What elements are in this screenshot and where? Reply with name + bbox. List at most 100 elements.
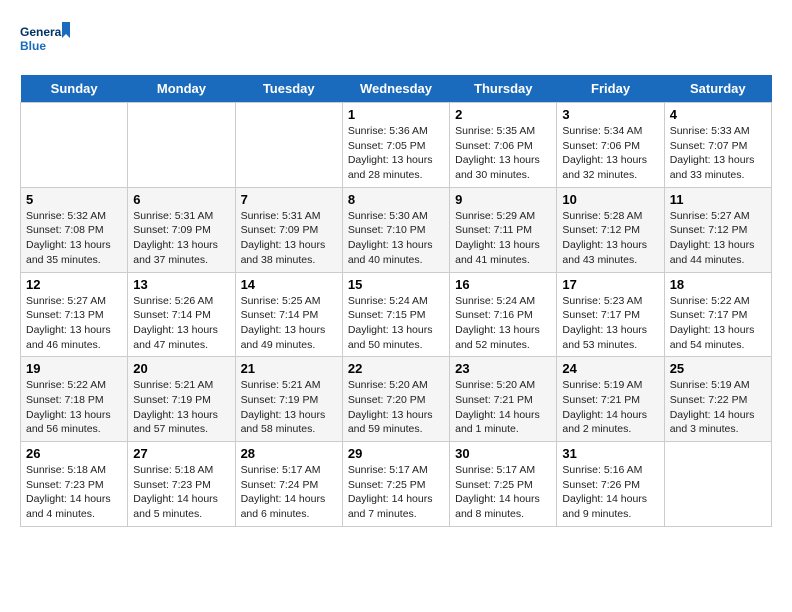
cell-content: Sunrise: 5:33 AMSunset: 7:07 PMDaylight:… [670,124,766,183]
day-number: 5 [26,192,122,207]
calendar-table: SundayMondayTuesdayWednesdayThursdayFrid… [20,75,772,527]
cell-content: Sunrise: 5:36 AMSunset: 7:05 PMDaylight:… [348,124,444,183]
day-number: 18 [670,277,766,292]
calendar-cell: 31 Sunrise: 5:16 AMSunset: 7:26 PMDayligh… [557,442,664,527]
logo: General Blue [20,20,70,65]
day-number: 19 [26,361,122,376]
calendar-cell: 9Sunrise: 5:29 AMSunset: 7:11 PMDaylight… [450,187,557,272]
day-number: 17 [562,277,658,292]
day-number: 7 [241,192,337,207]
cell-content: Sunrise: 5:28 AMSunset: 7:12 PMDaylight:… [562,209,658,268]
weekday-header-friday: Friday [557,75,664,103]
weekday-header-sunday: Sunday [21,75,128,103]
calendar-cell: 28 Sunrise: 5:17 AMSunset: 7:24 PMDayligh… [235,442,342,527]
calendar-cell: 2Sunrise: 5:35 AMSunset: 7:06 PMDaylight… [450,103,557,188]
day-number: 29 [348,446,444,461]
weekday-header-monday: Monday [128,75,235,103]
day-number: 8 [348,192,444,207]
cell-content: Sunrise: 5:32 AMSunset: 7:08 PMDaylight:… [26,209,122,268]
cell-content: Sunrise: 5:24 AMSunset: 7:16 PMDaylight:… [455,294,551,353]
cell-content: Sunrise: 5:20 AMSunset: 7:20 PMDaylight:… [348,378,444,437]
calendar-cell: 16 Sunrise: 5:24 AMSunset: 7:16 PMDayligh… [450,272,557,357]
cell-content: Sunrise: 5:17 AMSunset: 7:25 PMDaylight:… [455,463,551,522]
calendar-cell: 14 Sunrise: 5:25 AMSunset: 7:14 PMDayligh… [235,272,342,357]
calendar-week-row: 5 Sunrise: 5:32 AMSunset: 7:08 PMDaylight… [21,187,772,272]
calendar-cell: 8Sunrise: 5:30 AMSunset: 7:10 PMDaylight… [342,187,449,272]
calendar-cell: 4 Sunrise: 5:33 AMSunset: 7:07 PMDaylight… [664,103,771,188]
cell-content: Sunrise: 5:22 AMSunset: 7:18 PMDaylight:… [26,378,122,437]
calendar-cell: 10 Sunrise: 5:28 AMSunset: 7:12 PMDayligh… [557,187,664,272]
day-number: 10 [562,192,658,207]
day-number: 15 [348,277,444,292]
header: General Blue [20,20,772,65]
calendar-cell: 24 Sunrise: 5:19 AMSunset: 7:21 PMDayligh… [557,357,664,442]
day-number: 2 [455,107,551,122]
cell-content: Sunrise: 5:29 AMSunset: 7:11 PMDaylight:… [455,209,551,268]
day-number: 14 [241,277,337,292]
calendar-cell [21,103,128,188]
day-number: 13 [133,277,229,292]
calendar-cell [235,103,342,188]
calendar-cell: 12Sunrise: 5:27 AMSunset: 7:13 PMDayligh… [21,272,128,357]
cell-content: Sunrise: 5:17 AMSunset: 7:25 PMDaylight:… [348,463,444,522]
cell-content: Sunrise: 5:20 AMSunset: 7:21 PMDaylight:… [455,378,551,437]
weekday-header-thursday: Thursday [450,75,557,103]
calendar-cell: 29 Sunrise: 5:17 AMSunset: 7:25 PMDayligh… [342,442,449,527]
day-number: 24 [562,361,658,376]
svg-text:General: General [20,25,65,39]
cell-content: Sunrise: 5:21 AMSunset: 7:19 PMDaylight:… [241,378,337,437]
day-number: 6 [133,192,229,207]
cell-content: Sunrise: 5:18 AMSunset: 7:23 PMDaylight:… [26,463,122,522]
calendar-cell: 21 Sunrise: 5:21 AMSunset: 7:19 PMDayligh… [235,357,342,442]
calendar-cell: 13 Sunrise: 5:26 AMSunset: 7:14 PMDayligh… [128,272,235,357]
calendar-cell: 26 Sunrise: 5:18 AMSunset: 7:23 PMDayligh… [21,442,128,527]
weekday-header-tuesday: Tuesday [235,75,342,103]
day-number: 21 [241,361,337,376]
calendar-cell: 7 Sunrise: 5:31 AMSunset: 7:09 PMDaylight… [235,187,342,272]
day-number: 12 [26,277,122,292]
cell-content: Sunrise: 5:31 AMSunset: 7:09 PMDaylight:… [133,209,229,268]
calendar-week-row: 19 Sunrise: 5:22 AMSunset: 7:18 PMDayligh… [21,357,772,442]
calendar-week-row: 1 Sunrise: 5:36 AMSunset: 7:05 PMDaylight… [21,103,772,188]
day-number: 4 [670,107,766,122]
day-number: 11 [670,192,766,207]
cell-content: Sunrise: 5:24 AMSunset: 7:15 PMDaylight:… [348,294,444,353]
calendar-week-row: 12Sunrise: 5:27 AMSunset: 7:13 PMDayligh… [21,272,772,357]
cell-content: Sunrise: 5:22 AMSunset: 7:17 PMDaylight:… [670,294,766,353]
calendar-cell: 19 Sunrise: 5:22 AMSunset: 7:18 PMDayligh… [21,357,128,442]
logo-svg: General Blue [20,20,70,65]
calendar-cell: 20 Sunrise: 5:21 AMSunset: 7:19 PMDayligh… [128,357,235,442]
day-number: 16 [455,277,551,292]
day-number: 23 [455,361,551,376]
weekday-header-saturday: Saturday [664,75,771,103]
cell-content: Sunrise: 5:34 AMSunset: 7:06 PMDaylight:… [562,124,658,183]
day-number: 1 [348,107,444,122]
day-number: 28 [241,446,337,461]
cell-content: Sunrise: 5:21 AMSunset: 7:19 PMDaylight:… [133,378,229,437]
calendar-cell: 17Sunrise: 5:23 AMSunset: 7:17 PMDayligh… [557,272,664,357]
calendar-cell: 11Sunrise: 5:27 AMSunset: 7:12 PMDayligh… [664,187,771,272]
day-number: 27 [133,446,229,461]
cell-content: Sunrise: 5:16 AMSunset: 7:26 PMDaylight:… [562,463,658,522]
weekday-header-wednesday: Wednesday [342,75,449,103]
day-number: 3 [562,107,658,122]
calendar-cell: 18 Sunrise: 5:22 AMSunset: 7:17 PMDayligh… [664,272,771,357]
cell-content: Sunrise: 5:26 AMSunset: 7:14 PMDaylight:… [133,294,229,353]
weekday-header-row: SundayMondayTuesdayWednesdayThursdayFrid… [21,75,772,103]
day-number: 25 [670,361,766,376]
calendar-cell [664,442,771,527]
calendar-cell: 5 Sunrise: 5:32 AMSunset: 7:08 PMDaylight… [21,187,128,272]
calendar-week-row: 26 Sunrise: 5:18 AMSunset: 7:23 PMDayligh… [21,442,772,527]
calendar-cell: 15 Sunrise: 5:24 AMSunset: 7:15 PMDayligh… [342,272,449,357]
day-number: 31 [562,446,658,461]
cell-content: Sunrise: 5:17 AMSunset: 7:24 PMDaylight:… [241,463,337,522]
day-number: 30 [455,446,551,461]
calendar-cell: 22Sunrise: 5:20 AMSunset: 7:20 PMDayligh… [342,357,449,442]
cell-content: Sunrise: 5:19 AMSunset: 7:22 PMDaylight:… [670,378,766,437]
cell-content: Sunrise: 5:25 AMSunset: 7:14 PMDaylight:… [241,294,337,353]
day-number: 20 [133,361,229,376]
cell-content: Sunrise: 5:19 AMSunset: 7:21 PMDaylight:… [562,378,658,437]
calendar-cell: 23 Sunrise: 5:20 AMSunset: 7:21 PMDayligh… [450,357,557,442]
day-number: 26 [26,446,122,461]
cell-content: Sunrise: 5:31 AMSunset: 7:09 PMDaylight:… [241,209,337,268]
